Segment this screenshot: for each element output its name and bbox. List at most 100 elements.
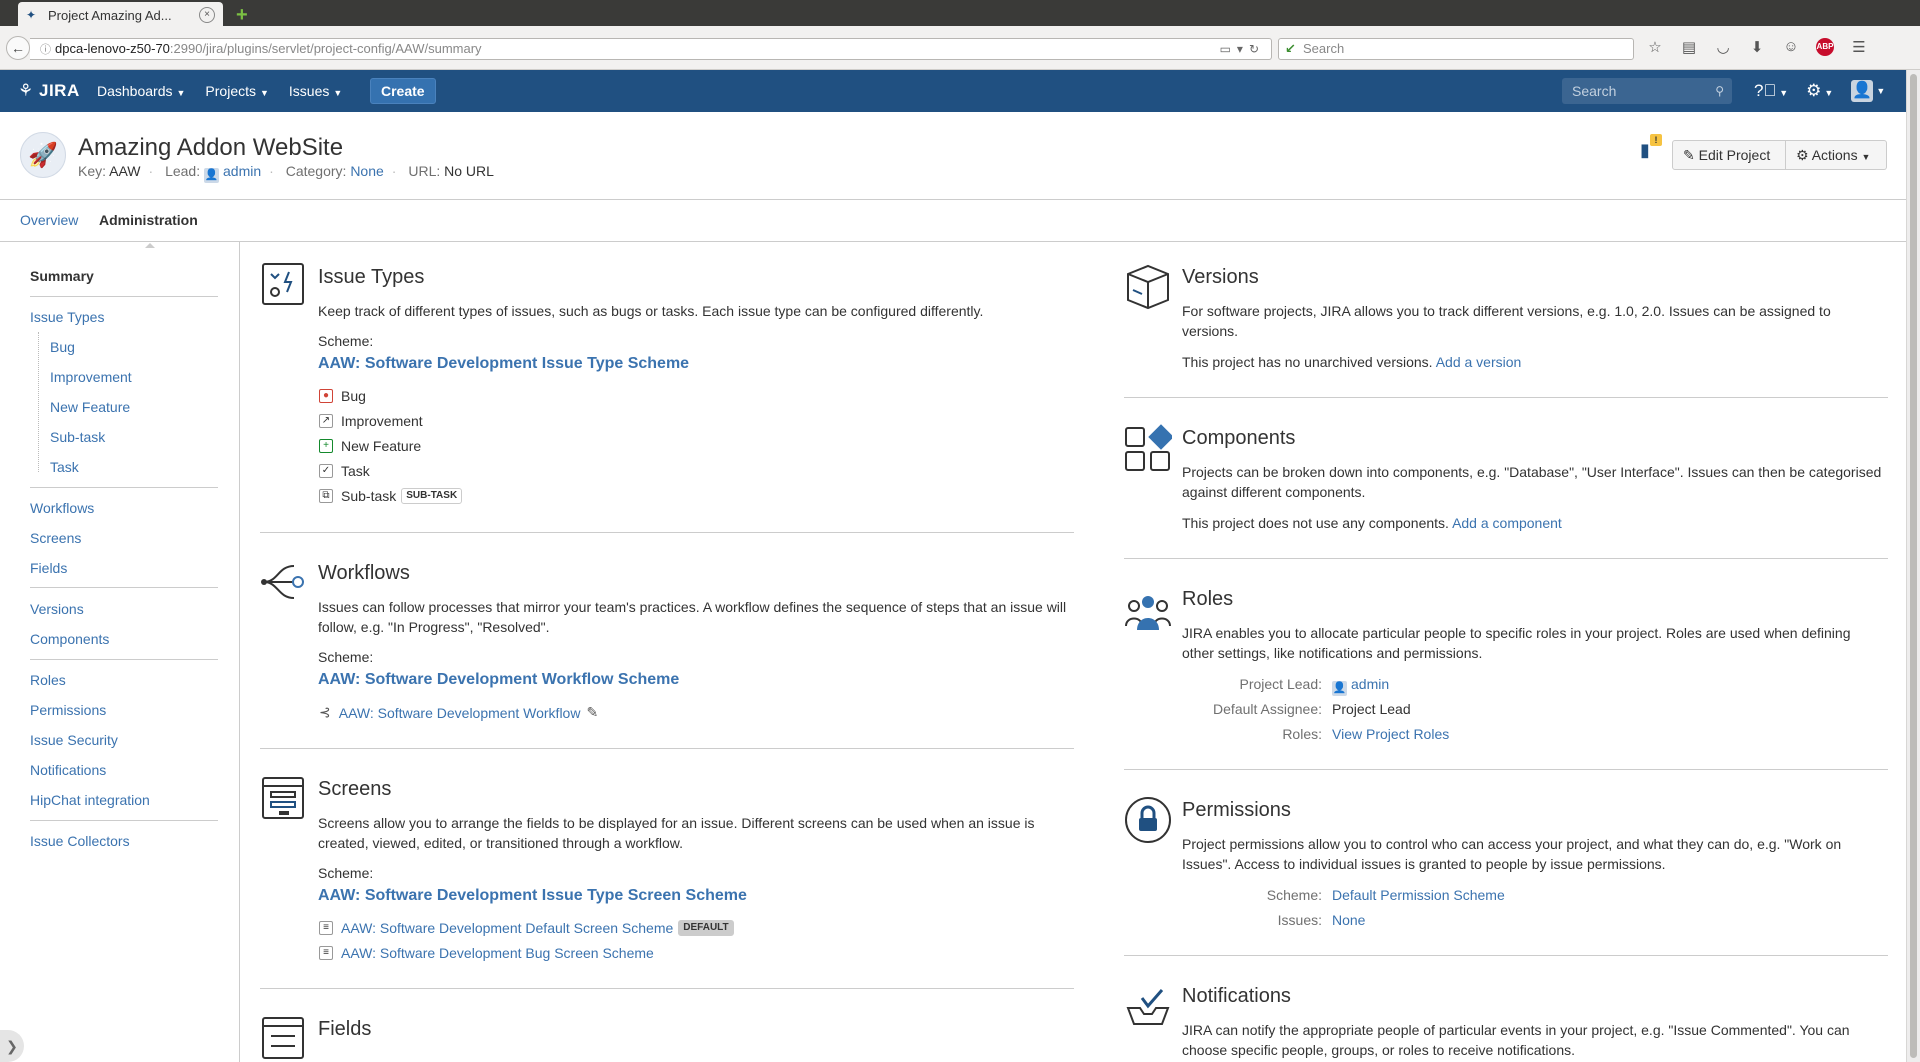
sidebar-item-improvement[interactable]: Improvement — [50, 369, 132, 385]
chevron-down-icon: ▼ — [1779, 88, 1789, 98]
sidebar-divider — [30, 820, 218, 821]
sidebar-item-permissions[interactable]: Permissions — [30, 702, 106, 718]
category-link[interactable]: None — [350, 163, 383, 179]
search-engine-icon[interactable]: ↙ — [1285, 39, 1296, 59]
admin-menu[interactable]: ⚙ ▼ — [1806, 81, 1833, 101]
sidebar-item-new-feature[interactable]: New Feature — [50, 399, 130, 415]
reload-icon[interactable]: ↻ — [1249, 42, 1265, 56]
browser-toolbar-icons: ☆ ▤ ◡ ⬇ ☺ ABP ☰ — [1646, 38, 1868, 56]
jira-nav: Dashboards ▼ Projects ▼ Issues ▼ — [97, 70, 342, 112]
help-menu[interactable]: ?⃝ ▼ — [1754, 81, 1788, 101]
adblock-icon[interactable]: ABP — [1816, 38, 1834, 56]
nav-projects-label: Projects — [205, 83, 256, 99]
separator-dot: · — [269, 163, 274, 179]
section-divider — [260, 748, 1074, 749]
issue-type-name: New Feature — [341, 438, 422, 454]
sidebar-item-bug[interactable]: Bug — [50, 339, 75, 355]
issue-type-scheme-link[interactable]: AAW: Software Development Issue Type Sch… — [318, 355, 689, 373]
sidebar-item-summary[interactable]: Summary — [30, 268, 94, 284]
screen-scheme-item-link[interactable]: AAW: Software Development Default Screen… — [341, 920, 673, 936]
issue-type-row: ⧉ Sub-task SUB-TASK — [319, 488, 463, 504]
project-lead-link[interactable]: admin — [223, 163, 261, 179]
sub-task-icon: ⧉ — [319, 489, 333, 503]
url-bar[interactable]: ⓘ dpca-lenovo-z50-70:2990/jira/plugins/se… — [30, 38, 1272, 60]
gear-icon: ⚙ — [1796, 147, 1809, 163]
versions-desc: For software projects, JIRA allows you t… — [1182, 303, 1831, 339]
fields-icon — [261, 1016, 305, 1060]
edit-project-button[interactable]: ✎ Edit Project — [1672, 140, 1786, 170]
permission-scheme-link[interactable]: Default Permission Scheme — [1332, 887, 1505, 903]
url-host: dpca-lenovo-z50-70 — [55, 41, 170, 56]
project-lead-link[interactable]: admin — [1351, 676, 1389, 692]
menu-hamburger-icon[interactable]: ☰ — [1850, 38, 1868, 56]
jira-logo[interactable]: ⚘ JIRA — [18, 81, 80, 101]
workflow-link[interactable]: AAW: Software Development Workflow — [339, 705, 581, 721]
chat-icon[interactable]: ☺ — [1782, 38, 1800, 56]
view-project-roles-link[interactable]: View Project Roles — [1332, 726, 1449, 742]
quick-search-input[interactable]: Search ⚲ — [1562, 78, 1732, 104]
screen-scheme-item-link[interactable]: AAW: Software Development Bug Screen Sch… — [341, 945, 654, 961]
url-path: :2990/jira/plugins/servlet/project-confi… — [169, 41, 482, 56]
sidebar-item-components[interactable]: Components — [30, 631, 109, 647]
browser-tabbar: ✦ Project Amazing Ad... × + — [0, 0, 1920, 28]
user-icon: 👤 — [1332, 681, 1347, 696]
sidebar-item-sub-task[interactable]: Sub-task — [50, 429, 105, 445]
components-title: Components — [1182, 427, 1296, 449]
create-button[interactable]: Create — [370, 78, 436, 104]
info-icon[interactable]: ⓘ — [40, 44, 51, 56]
sidebar-item-notifications[interactable]: Notifications — [30, 762, 106, 778]
search-icon: ⚲ — [1715, 84, 1724, 98]
add-component-link[interactable]: Add a component — [1452, 515, 1562, 531]
issue-type-row: + New Feature — [319, 438, 421, 454]
sidebar-item-issue-types[interactable]: Issue Types — [30, 309, 104, 325]
sidebar-item-issue-collectors[interactable]: Issue Collectors — [30, 833, 130, 849]
sidebar-item-roles[interactable]: Roles — [30, 672, 66, 688]
sidebar-item-versions[interactable]: Versions — [30, 601, 84, 617]
pocket-icon[interactable]: ◡ — [1714, 38, 1732, 56]
pencil-icon[interactable]: ✎ — [586, 704, 598, 721]
dropdown-icon[interactable]: ▾ — [1237, 42, 1249, 56]
issue-security-link[interactable]: None — [1332, 912, 1365, 928]
close-tab-icon[interactable]: × — [199, 7, 215, 23]
page-scrollbar[interactable] — [1906, 70, 1920, 1062]
tab-administration[interactable]: Administration — [99, 212, 198, 248]
sidebar-item-workflows[interactable]: Workflows — [30, 500, 94, 516]
workflow-small-icon: ⊰ — [319, 704, 331, 720]
scrollbar-thumb[interactable] — [1910, 74, 1917, 1058]
add-version-link[interactable]: Add a version — [1436, 354, 1522, 370]
tab-overview[interactable]: Overview — [20, 212, 78, 228]
bookmark-star-icon[interactable]: ☆ — [1646, 38, 1664, 56]
actions-button[interactable]: ⚙ Actions ▼ — [1786, 140, 1887, 170]
workflow-scheme-link[interactable]: AAW: Software Development Workflow Schem… — [318, 671, 679, 689]
permission-scheme-label: Scheme: — [1266, 887, 1322, 903]
url-label: URL: — [408, 163, 441, 179]
versions-status: This project has no unarchived versions.… — [1182, 354, 1521, 370]
sidebar-item-task[interactable]: Task — [50, 459, 79, 475]
sidebar-item-screens[interactable]: Screens — [30, 530, 81, 546]
issue-type-row: ↗ Improvement — [319, 413, 423, 429]
roles-title: Roles — [1182, 588, 1234, 610]
sidebar-item-issue-security[interactable]: Issue Security — [30, 732, 118, 748]
jira-logo-icon: ⚘ — [18, 81, 34, 100]
quick-search-placeholder: Search — [1572, 83, 1617, 99]
sidebar-item-fields[interactable]: Fields — [30, 560, 67, 576]
back-arrow-icon[interactable]: ← — [6, 36, 30, 60]
reader-view-icon[interactable]: ▭ — [1220, 42, 1237, 56]
nav-dashboards[interactable]: Dashboards ▼ — [97, 83, 185, 99]
screen-scheme-link[interactable]: AAW: Software Development Issue Type Scr… — [318, 887, 747, 905]
download-icon[interactable]: ⬇ — [1748, 38, 1766, 56]
avatar: 👤 — [1851, 80, 1874, 102]
bookmarks-list-icon[interactable]: ▤ — [1680, 38, 1698, 56]
nav-projects[interactable]: Projects ▼ — [205, 83, 269, 99]
browser-search-input[interactable]: ↙ Search — [1278, 38, 1634, 60]
notifications-tray-icon — [1124, 984, 1170, 1028]
issue-type-name: Task — [341, 463, 370, 479]
sidebar-item-hipchat[interactable]: HipChat integration — [30, 792, 150, 808]
project-notification-icon[interactable]: ▮! — [1640, 134, 1662, 161]
user-menu[interactable]: 👤 ▼ — [1851, 80, 1885, 102]
fields-title: Fields — [318, 1018, 372, 1040]
new-tab-icon[interactable]: + — [236, 4, 248, 27]
project-lead-label: Project Lead: — [1239, 676, 1323, 692]
browser-tab[interactable]: ✦ Project Amazing Ad... × — [18, 2, 223, 28]
nav-issues[interactable]: Issues ▼ — [289, 83, 342, 99]
